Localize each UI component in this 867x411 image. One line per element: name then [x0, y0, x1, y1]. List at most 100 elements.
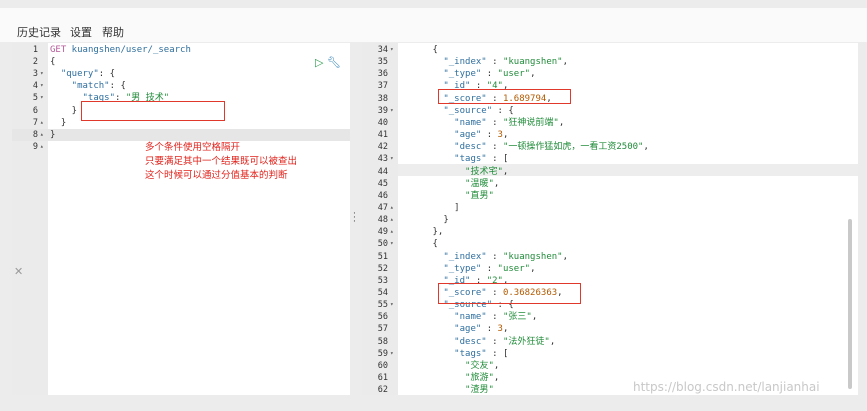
code-line: "name" : "张三",: [400, 311, 537, 323]
code-token: kuangshen/user/_search: [66, 45, 191, 55]
line-number: 40: [377, 117, 388, 128]
line-number: 9: [32, 141, 38, 152]
code-token: ,: [562, 57, 568, 68]
code-line: GET kuangshen/user/_search: [50, 44, 191, 56]
code-token: :: [481, 130, 498, 141]
code-token: "渣男": [400, 385, 494, 395]
fold-toggle-icon[interactable]: ▾: [390, 299, 394, 311]
line-number: 35: [377, 57, 388, 68]
code-token: "desc": [400, 336, 487, 347]
code-line: "match": {: [50, 80, 126, 92]
wrench-icon[interactable]: 🔧︎: [327, 56, 341, 69]
code-line: }: [50, 117, 66, 129]
line-number: 46: [377, 190, 388, 201]
fold-toggle-icon[interactable]: ▴: [40, 129, 44, 141]
code-token: "旅游": [400, 373, 494, 384]
code-token: ]: [400, 202, 460, 213]
code-token: "技术宅": [400, 166, 503, 177]
code-line: }: [400, 214, 448, 226]
line-number: 58: [377, 336, 388, 347]
fold-toggle-icon[interactable]: ▾: [40, 80, 44, 92]
line-number: 38: [377, 93, 388, 104]
code-token: "_type": [400, 69, 482, 80]
fold-toggle-icon[interactable]: ▾: [390, 44, 394, 56]
line-number: 55: [377, 300, 388, 311]
code-token: ,: [502, 324, 509, 335]
code-line: "query": {: [50, 68, 115, 80]
line-number: 56: [377, 312, 388, 323]
code-token: :: [481, 263, 498, 274]
line-number: 44: [377, 166, 388, 177]
code-token: "name": [400, 117, 487, 128]
code-token: : [: [486, 154, 509, 165]
request-editor[interactable]: 1 GET kuangshen/user/_search 2{3 ▾ "query":…: [12, 43, 350, 395]
fold-toggle-icon[interactable]: ▴: [390, 226, 394, 238]
code-token: }: [50, 105, 78, 116]
code-token: },: [400, 227, 444, 238]
code-token: ,: [493, 360, 500, 371]
fold-toggle-icon[interactable]: ▾: [40, 68, 44, 80]
annotation-text: 多个条件使用空格隔开 只要满足其中一个结果既可以被查出 这个时候可以通过分值基本…: [145, 141, 297, 183]
line-number: 42: [377, 142, 388, 153]
code-line: {: [400, 238, 438, 250]
code-token: :: [481, 324, 498, 335]
code-token: : {: [492, 105, 514, 116]
code-token: ,: [562, 251, 568, 262]
fold-toggle-icon[interactable]: ▾: [390, 348, 394, 360]
code-line: "_type" : "user",: [400, 263, 535, 275]
code-line: ]: [400, 202, 460, 214]
fold-toggle-icon[interactable]: ▴: [390, 214, 394, 226]
fold-toggle-icon[interactable]: ▴: [390, 202, 394, 214]
menu-help[interactable]: 帮助: [102, 24, 124, 40]
code-token: "_index": [400, 251, 487, 262]
code-token: "user": [497, 69, 531, 80]
code-line: "age" : 3,: [400, 323, 508, 335]
code-token: :: [486, 251, 503, 262]
code-token: ,: [530, 69, 536, 80]
code-token: :: [486, 336, 503, 347]
line-number: 52: [377, 263, 388, 274]
fold-toggle-icon[interactable]: ▴: [40, 141, 44, 153]
code-token: ,: [558, 117, 565, 128]
line-number: 7: [32, 117, 38, 128]
line-number: 6: [32, 105, 38, 116]
response-viewer[interactable]: 34 ▾ {35 "_index" : "kuangshen", 36 "_type…: [362, 43, 858, 395]
fold-toggle-icon[interactable]: ▾: [390, 238, 394, 250]
line-number: 4: [32, 81, 38, 92]
panel-resize-handle[interactable]: · · ·: [353, 210, 356, 227]
code-line: "age" : 3,: [400, 129, 508, 141]
code-line: "tags" : [: [400, 153, 508, 165]
line-number: 48: [377, 215, 388, 226]
response-scrollbar[interactable]: [848, 219, 852, 389]
code-line: "name" : "狂神说前端",: [400, 117, 564, 129]
close-icon[interactable]: ✕: [14, 265, 23, 278]
line-number: 53: [377, 275, 388, 286]
code-token: "狂神说前端": [502, 117, 559, 128]
watermark: https://blog.csdn.net/lanjianhai: [633, 380, 820, 394]
code-token: ,: [549, 336, 556, 347]
fold-toggle-icon[interactable]: ▾: [390, 153, 394, 165]
fold-toggle-icon[interactable]: ▾: [40, 92, 44, 104]
line-number: 39: [377, 105, 388, 116]
line-number: 62: [377, 385, 388, 395]
menu-history[interactable]: 历史记录: [17, 24, 61, 40]
code-line: "_index" : "kuangshen",: [400, 56, 568, 68]
line-number: 57: [377, 324, 388, 335]
code-token: "一顿操作猛如虎，一看工资2500": [502, 142, 644, 153]
code-line: "直男": [400, 190, 494, 202]
code-token: "age": [400, 130, 482, 141]
code-line: "渣男": [400, 384, 494, 395]
code-token: "match": [50, 81, 110, 92]
code-token: ,: [530, 263, 536, 274]
code-line: "温暖",: [400, 178, 499, 190]
menu-settings[interactable]: 设置: [70, 24, 92, 40]
line-number: 2: [32, 57, 38, 68]
line-number: 51: [377, 251, 388, 262]
fold-toggle-icon[interactable]: ▴: [40, 117, 44, 129]
fold-toggle-icon[interactable]: ▾: [390, 105, 394, 117]
play-icon[interactable]: ▷: [315, 56, 323, 69]
code-token: "kuangshen": [502, 251, 563, 262]
code-token: "_index": [400, 57, 487, 68]
code-token: "法外狂徒": [502, 336, 550, 347]
code-token: :: [486, 312, 503, 323]
